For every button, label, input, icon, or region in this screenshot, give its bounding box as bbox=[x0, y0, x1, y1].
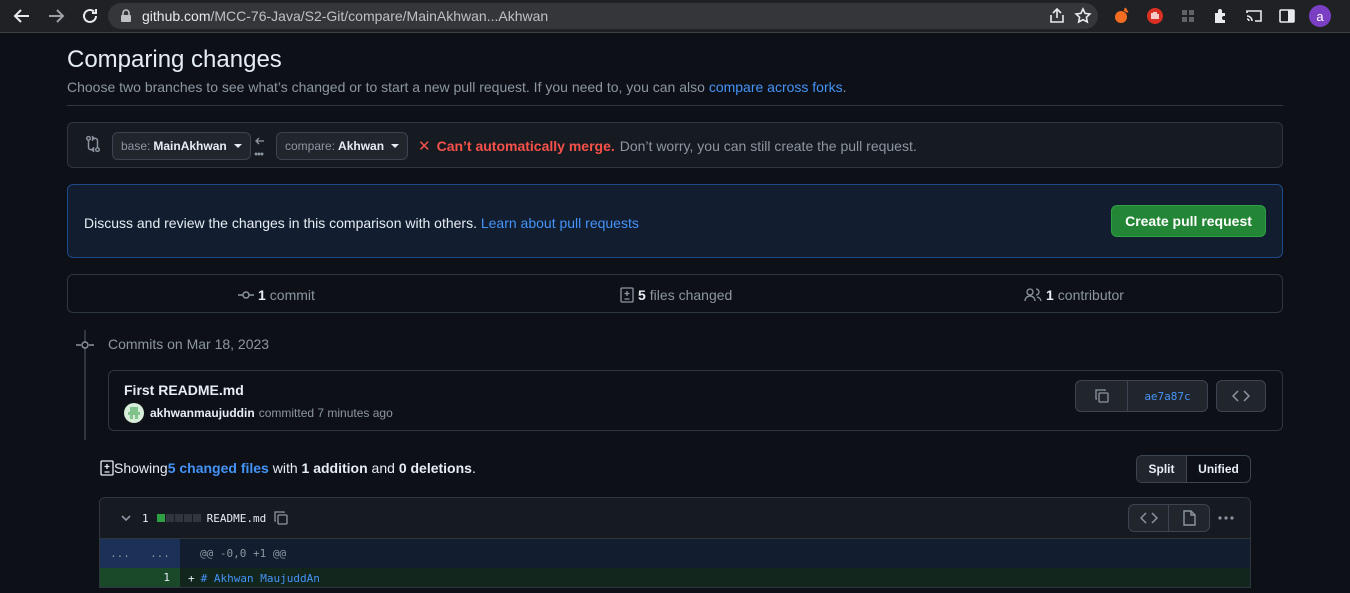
expand-right[interactable]: ... bbox=[140, 539, 180, 568]
commit-icon bbox=[76, 341, 94, 349]
commit-sha-link[interactable]: ae7a87c bbox=[1128, 381, 1207, 411]
forward-icon[interactable] bbox=[43, 3, 69, 29]
file-icon bbox=[1183, 510, 1196, 526]
browser-toolbar: github.com/MCC-76-Java/S2-Git/compare/Ma… bbox=[0, 0, 1350, 33]
create-pull-request-button[interactable]: Create pull request bbox=[1111, 205, 1266, 237]
copy-icon bbox=[1094, 389, 1109, 403]
base-branch-select[interactable]: base: MainAkhwan bbox=[112, 132, 251, 160]
git-compare-icon bbox=[85, 135, 101, 153]
caret-down-icon bbox=[233, 144, 242, 148]
learn-pull-requests-link[interactable]: Learn about pull requests bbox=[481, 215, 639, 231]
chevron-down-icon[interactable] bbox=[120, 512, 132, 524]
back-icon[interactable] bbox=[9, 3, 35, 29]
commits-date-heading: Commits on Mar 18, 2023 bbox=[108, 336, 270, 352]
kebab-menu-icon[interactable] bbox=[1341, 4, 1350, 28]
commit-author-link[interactable]: akhwanmaujuddin bbox=[150, 406, 255, 420]
commit-title-link[interactable]: First README.md bbox=[124, 382, 244, 398]
hunk-header-row: ... ... @@ -0,0 +1 @@ bbox=[100, 539, 1250, 568]
page-subtitle: Choose two branches to see what’s change… bbox=[67, 79, 847, 95]
commit-meta: akhwanmaujuddin committed 7 minutes ago bbox=[124, 403, 393, 423]
commit-sha-group: ae7a87c bbox=[1075, 380, 1208, 412]
url-text: github.com/MCC-76-Java/S2-Git/compare/Ma… bbox=[142, 8, 549, 24]
file-diff-icon bbox=[620, 287, 634, 303]
pull-request-banner: Discuss and review the changes in this c… bbox=[67, 184, 1283, 258]
changed-files-link[interactable]: 5 changed files bbox=[168, 460, 269, 476]
extensions-area: a bbox=[1110, 4, 1350, 28]
more-options-icon[interactable] bbox=[1217, 510, 1235, 531]
compare-branch-select[interactable]: compare: Akhwan bbox=[276, 132, 409, 160]
commit-item: First README.md akhwanmaujuddin committed… bbox=[108, 370, 1283, 431]
people-icon bbox=[1024, 288, 1042, 302]
extension-red-hand-icon[interactable] bbox=[1143, 4, 1167, 28]
file-header: 1 README.md bbox=[100, 498, 1250, 539]
compare-across-forks-link[interactable]: compare across forks bbox=[709, 79, 843, 95]
added-line-row: 1 + # Akhwan MaujuddAn bbox=[100, 568, 1250, 587]
browse-repo-button[interactable] bbox=[1216, 380, 1266, 412]
page-title: Comparing changes bbox=[67, 46, 282, 73]
extension-grid-icon[interactable] bbox=[1176, 4, 1200, 28]
caret-down-icon bbox=[391, 144, 400, 148]
view-file-button[interactable] bbox=[1168, 504, 1210, 532]
commits-count-tab[interactable]: 1 commit bbox=[238, 287, 315, 303]
author-avatar[interactable] bbox=[124, 403, 144, 423]
diff-view-toggle: Split Unified bbox=[1136, 455, 1251, 483]
cast-icon[interactable] bbox=[1242, 4, 1266, 28]
expand-left[interactable]: ... bbox=[100, 539, 140, 568]
file-name-link[interactable]: README.md bbox=[207, 512, 267, 525]
profile-avatar[interactable]: a bbox=[1308, 4, 1332, 28]
range-editor: base: MainAkhwan compare: Akhwan ✕ Can’t a… bbox=[67, 122, 1283, 168]
lock-icon bbox=[121, 9, 131, 22]
divider bbox=[67, 105, 1283, 106]
extensions-puzzle-icon[interactable] bbox=[1209, 4, 1233, 28]
address-bar[interactable]: github.com/MCC-76-Java/S2-Git/compare/Ma… bbox=[108, 3, 1098, 29]
x-icon: ✕ bbox=[418, 138, 431, 155]
extension-orange-icon[interactable] bbox=[1110, 4, 1134, 28]
diff-summary: Showing 5 changed files with 1 addition … bbox=[100, 460, 476, 476]
reload-icon[interactable] bbox=[77, 3, 103, 29]
commit-icon bbox=[238, 291, 254, 299]
unified-view-button[interactable]: Unified bbox=[1187, 456, 1250, 482]
files-changed-tab[interactable]: 5 files changed bbox=[620, 287, 732, 303]
diff-changes-count: 1 bbox=[142, 511, 149, 525]
bookmark-star-icon[interactable] bbox=[1074, 7, 1092, 25]
split-view-button[interactable]: Split bbox=[1137, 456, 1187, 482]
code-icon bbox=[1139, 512, 1158, 524]
contributors-tab[interactable]: 1 contributor bbox=[1024, 287, 1124, 303]
share-icon[interactable] bbox=[1048, 7, 1066, 25]
copy-sha-button[interactable] bbox=[1076, 381, 1128, 411]
arrow-left-icon bbox=[254, 134, 266, 161]
compare-summary: 1 commit 5 files changed 1 contributor bbox=[67, 274, 1283, 313]
view-source-button[interactable] bbox=[1128, 504, 1169, 532]
line-number[interactable]: 1 bbox=[140, 568, 180, 587]
file-diff: 1 README.md ... ... @@ -0,0 +1 @@ 1 + # A… bbox=[99, 497, 1251, 588]
merge-status: ✕ Can’t automatically merge. Don’t worry,… bbox=[418, 138, 917, 155]
diffstat-bar bbox=[156, 514, 201, 522]
code-icon bbox=[1232, 390, 1250, 402]
side-panel-icon[interactable] bbox=[1275, 4, 1299, 28]
banner-text: Discuss and review the changes in this c… bbox=[84, 215, 639, 231]
file-diff-icon bbox=[100, 460, 114, 476]
copy-icon[interactable] bbox=[273, 510, 289, 526]
